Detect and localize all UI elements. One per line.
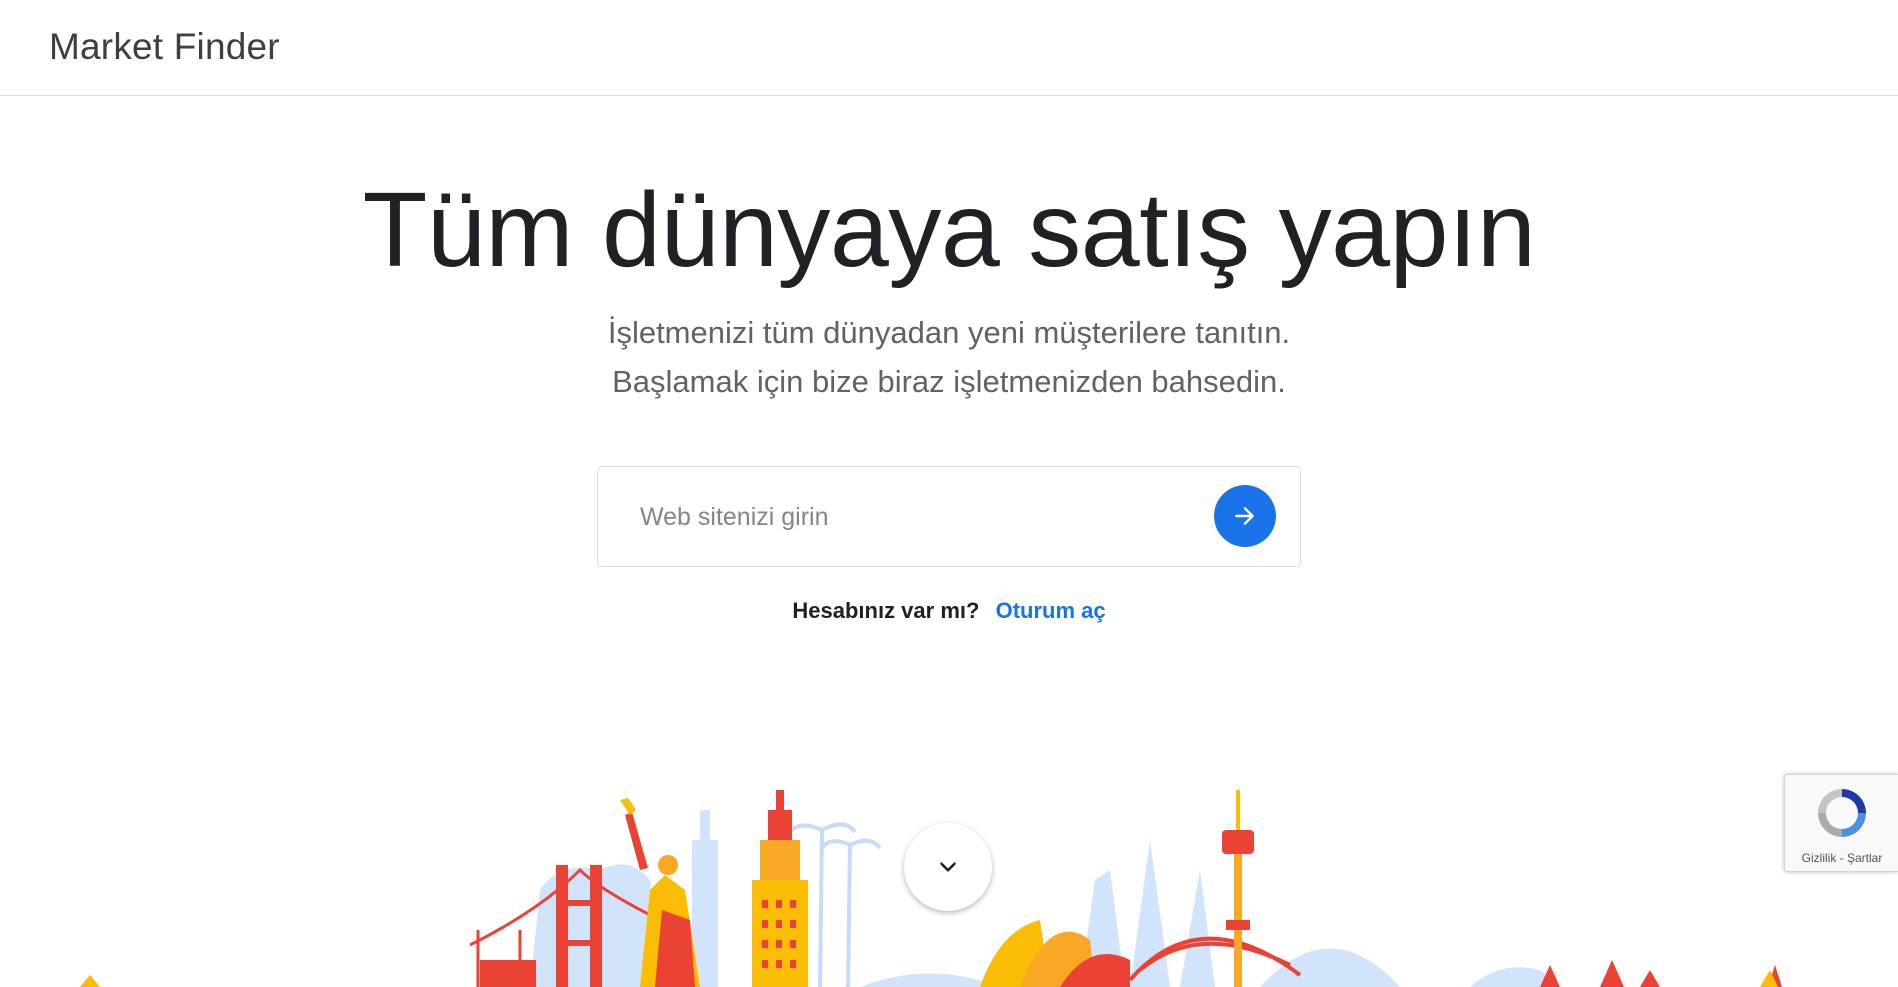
hero-subtitle: İşletmenizi tüm dünyadan yeni müşteriler…	[0, 308, 1898, 406]
hero-subtitle-line-1: İşletmenizi tüm dünyadan yeni müşteriler…	[607, 315, 1291, 350]
recaptcha-privacy-link[interactable]: Gizlilik	[1802, 851, 1837, 865]
recaptcha-links: Gizlilik - Şartlar	[1785, 851, 1898, 865]
signin-row: Hesabınız var mı? Oturum aç	[0, 598, 1898, 624]
scroll-down-button[interactable]	[904, 823, 992, 911]
recaptcha-badge: Gizlilik - Şartlar	[1784, 774, 1898, 872]
recaptcha-terms-link[interactable]: Şartlar	[1847, 851, 1882, 865]
signin-question: Hesabınız var mı?	[792, 598, 980, 623]
submit-website-button[interactable]	[1214, 485, 1276, 547]
page-title: Tüm dünyaya satış yapın	[362, 171, 1536, 289]
brand-logo-text[interactable]: Market Finder	[49, 26, 280, 68]
website-input[interactable]	[638, 467, 1182, 568]
website-search-box	[597, 466, 1301, 568]
hero-subtitle-line-2: Başlamak için bize biraz işletmenizden b…	[612, 364, 1286, 399]
recaptcha-icon	[1818, 789, 1866, 837]
top-bar: Market Finder	[0, 0, 1898, 96]
recaptcha-separator: -	[1836, 851, 1847, 865]
signin-link[interactable]: Oturum aç	[996, 598, 1106, 623]
chevron-down-icon	[940, 862, 956, 872]
arrow-right-icon	[1235, 507, 1254, 525]
